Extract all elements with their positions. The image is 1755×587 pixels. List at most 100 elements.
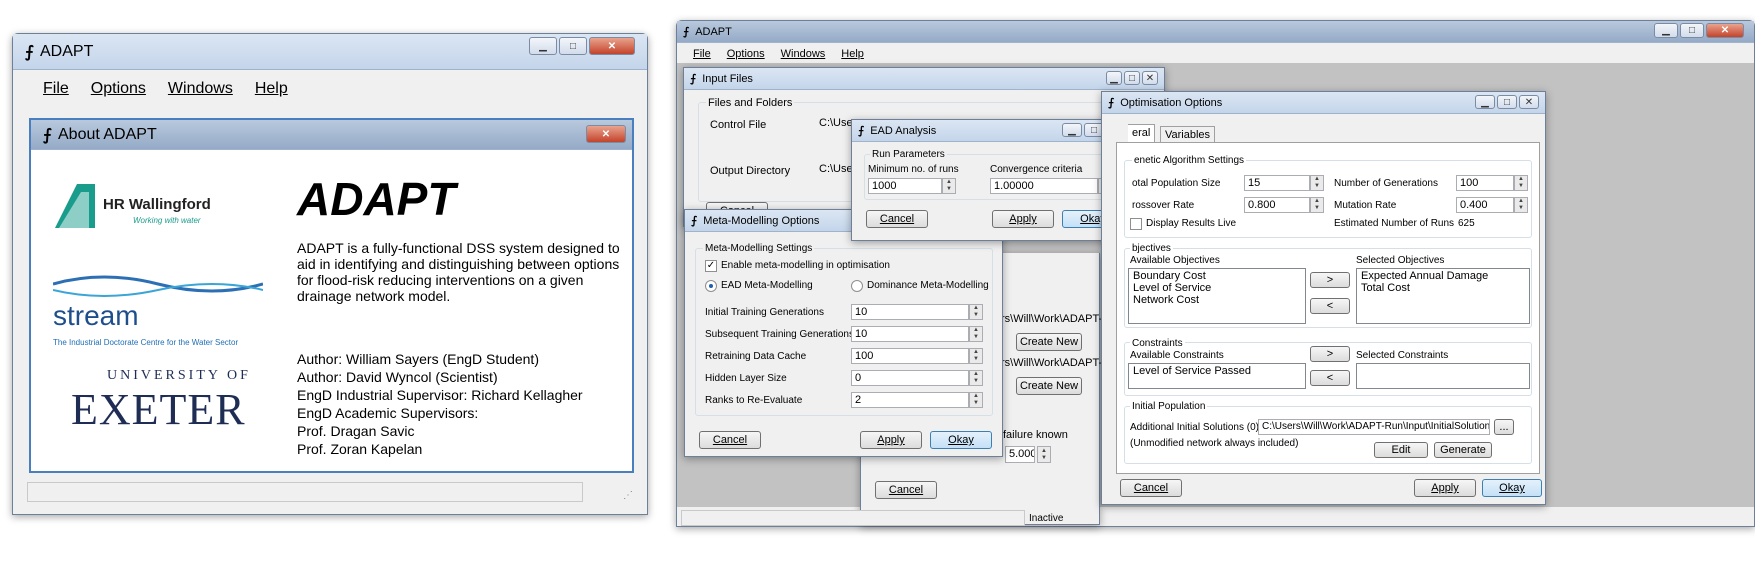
menu-help[interactable]: Help	[255, 80, 288, 98]
convergence-field[interactable]: 1.00000	[990, 178, 1098, 194]
failure-field[interactable]: 5.000	[1005, 446, 1035, 463]
menu-file[interactable]: File	[43, 80, 69, 98]
generations-spinner[interactable]: ▲ ▼	[1514, 175, 1528, 191]
remove-constraint-button[interactable]: <	[1310, 370, 1350, 386]
adapt-window-left: ⨍ ADAPT ▁ □ ✕ File Options Windows Help …	[12, 33, 648, 515]
meta-okay-button[interactable]: Okay	[930, 431, 992, 449]
subsequent-training-spinner[interactable]: ▲ ▼	[969, 326, 983, 342]
hidden-layer-spinner[interactable]: ▲ ▼	[969, 370, 983, 386]
maximize-button[interactable]: □	[1680, 23, 1704, 38]
restore-button[interactable]: □	[1497, 95, 1517, 109]
maximize-button[interactable]: □	[559, 37, 587, 55]
enable-meta-checkbox[interactable]: ✓	[705, 260, 717, 272]
list-item[interactable]: Boundary Cost	[1133, 270, 1301, 282]
exeter-logo: UNIVERSITY OF EXETER	[71, 368, 251, 434]
opt-apply-button[interactable]: Apply	[1414, 479, 1476, 497]
close-button[interactable]: ✕	[589, 37, 635, 55]
mutation-rate-field[interactable]: 0.400	[1456, 197, 1514, 213]
population-spinner[interactable]: ▲ ▼	[1310, 175, 1324, 191]
available-constraints-list[interactable]: Level of Service Passed	[1128, 363, 1306, 389]
close-button[interactable]: ✕	[1706, 23, 1744, 38]
list-item[interactable]: Expected Annual Damage	[1361, 270, 1525, 282]
remove-objective-button[interactable]: <	[1310, 298, 1350, 314]
subsequent-training-field[interactable]: 10	[851, 326, 969, 342]
retraining-cache-field[interactable]: 100	[851, 348, 969, 364]
crossover-spinner[interactable]: ▲ ▼	[1310, 197, 1324, 213]
ranks-reevaluate-spinner[interactable]: ▲ ▼	[969, 392, 983, 408]
list-item[interactable]: Network Cost	[1133, 294, 1301, 306]
tab-general[interactable]: eral	[1128, 124, 1156, 142]
create-new-button[interactable]: Create New	[1016, 333, 1082, 351]
meta-modelling-window: ⨍ Meta-Modelling Options Meta-Modelling …	[684, 209, 1003, 457]
min-runs-spinner[interactable]: ▲ ▼	[942, 178, 956, 194]
about-description: ADAPT is a fully-functional DSS system d…	[297, 240, 620, 304]
about-dialog: ⨍ About ADAPT ✕ HR Wallingford Working w…	[29, 118, 634, 473]
opt-cancel-button[interactable]: Cancel	[1120, 479, 1182, 497]
menu-help[interactable]: Help	[841, 48, 864, 60]
generations-field[interactable]: 100	[1456, 175, 1514, 191]
add-objective-button[interactable]: >	[1310, 272, 1350, 288]
title-bar[interactable]: ⨍ ADAPT ▁ □ ✕	[13, 34, 647, 70]
minimize-button[interactable]: ▁	[529, 37, 557, 55]
edit-button[interactable]: Edit	[1374, 442, 1428, 458]
adapt-logo-icon: ⨍	[43, 125, 52, 144]
create-new-button[interactable]: Create New	[1016, 377, 1082, 395]
minimize-button[interactable]: ▁	[1106, 71, 1122, 85]
adapt-logo-icon: ⨍	[691, 214, 698, 227]
resize-grip-icon[interactable]: ⋰	[623, 490, 633, 501]
ead-cancel-button[interactable]: Cancel	[866, 210, 928, 228]
input-files-title-bar[interactable]: ⨍ Input Files ▁ □ ✕	[684, 68, 1164, 90]
minimize-button[interactable]: ▁	[1062, 123, 1082, 137]
menu-file[interactable]: File	[693, 48, 711, 60]
ead-meta-radio[interactable]	[705, 280, 717, 292]
adapt-logo-icon: ⨍	[858, 124, 865, 137]
meta-cancel-button[interactable]: Cancel	[699, 431, 761, 449]
status-bar-left	[27, 482, 583, 502]
failure-spinner[interactable]: ▲ ▼	[1037, 446, 1051, 463]
retraining-cache-spinner[interactable]: ▲ ▼	[969, 348, 983, 364]
menu-windows[interactable]: Windows	[781, 48, 826, 60]
min-runs-field[interactable]: 1000	[868, 178, 942, 194]
list-item[interactable]: Level of Service	[1133, 282, 1301, 294]
restore-button[interactable]: □	[1124, 71, 1140, 85]
ead-title-bar[interactable]: ⨍ EAD Analysis ▁ □ ✕	[852, 120, 1134, 142]
close-button[interactable]: ✕	[1142, 71, 1158, 85]
about-title-bar[interactable]: ⨍ About ADAPT ✕	[31, 120, 632, 150]
menu-windows[interactable]: Windows	[168, 80, 233, 98]
close-button[interactable]: ✕	[1519, 95, 1539, 109]
hidden-layer-field[interactable]: 0	[851, 370, 969, 386]
generate-button[interactable]: Generate	[1434, 442, 1492, 458]
available-objectives-list[interactable]: Boundary Cost Level of Service Network C…	[1128, 268, 1306, 324]
list-item[interactable]: Level of Service Passed	[1133, 365, 1301, 377]
adapt-logo-icon: ⨍	[25, 42, 34, 61]
tab-variables[interactable]: Variables	[1160, 126, 1216, 142]
minimize-button[interactable]: ▁	[1654, 23, 1678, 38]
optimisation-title-bar[interactable]: ⨍ Optimisation Options ▁ □ ✕	[1102, 92, 1545, 114]
opt-okay-button[interactable]: Okay	[1482, 479, 1542, 497]
menu-bar: File Options Windows Help	[43, 80, 310, 98]
about-close-button[interactable]: ✕	[586, 125, 626, 143]
ranks-reevaluate-field[interactable]: 2	[851, 392, 969, 408]
crossover-rate-field[interactable]: 0.800	[1244, 197, 1310, 213]
add-constraint-button[interactable]: >	[1310, 346, 1350, 362]
menu-options[interactable]: Options	[91, 80, 146, 98]
dominance-meta-radio[interactable]	[851, 280, 863, 292]
selected-constraints-list[interactable]	[1356, 363, 1530, 389]
minimize-button[interactable]: ▁	[1475, 95, 1495, 109]
mutation-spinner[interactable]: ▲ ▼	[1514, 197, 1528, 213]
about-title: About ADAPT	[58, 125, 157, 143]
list-item[interactable]: Total Cost	[1361, 282, 1525, 294]
title-bar-right[interactable]: ⨍ ADAPT ▁ □ ✕	[677, 21, 1754, 43]
selected-objectives-list[interactable]: Expected Annual Damage Total Cost	[1356, 268, 1530, 324]
initial-training-spinner[interactable]: ▲ ▼	[969, 304, 983, 320]
ead-apply-button[interactable]: Apply	[992, 210, 1054, 228]
menu-options[interactable]: Options	[727, 48, 765, 60]
adapt-logo-icon: ⨍	[690, 72, 697, 85]
background-cancel-button[interactable]: Cancel	[875, 481, 937, 499]
population-size-field[interactable]: 15	[1244, 175, 1310, 191]
initial-solutions-path[interactable]: C:\Users\Will\Work\ADAPT-Run\Input\Initi…	[1258, 419, 1490, 435]
meta-apply-button[interactable]: Apply	[860, 431, 922, 449]
browse-button[interactable]: ...	[1494, 419, 1514, 435]
display-live-checkbox[interactable]	[1130, 218, 1142, 230]
initial-training-field[interactable]: 10	[851, 304, 969, 320]
